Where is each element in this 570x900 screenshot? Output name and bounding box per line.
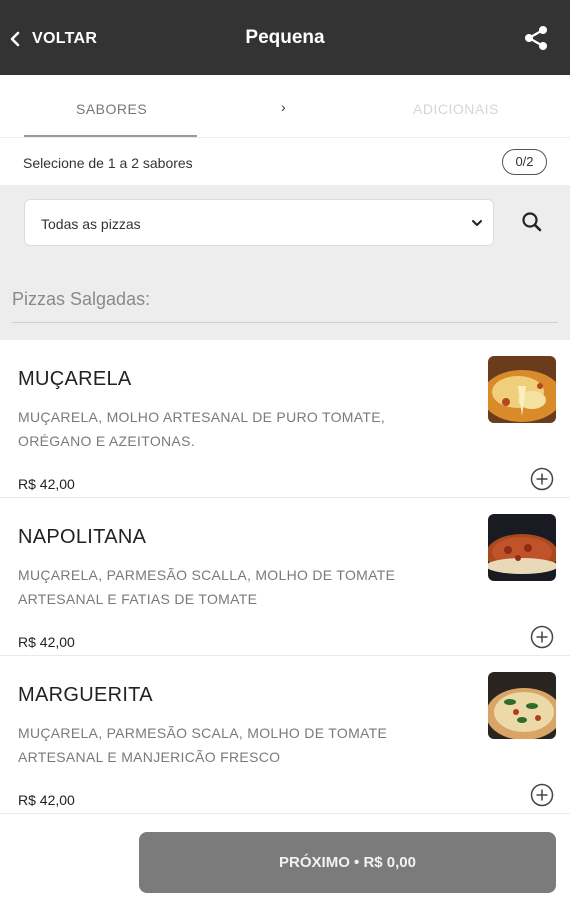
selection-hint: Selecione de 1 a 2 sabores xyxy=(23,155,193,171)
next-button[interactable]: PRÓXIMO • R$ 0,00 xyxy=(139,832,556,893)
share-icon[interactable] xyxy=(522,24,550,52)
item-description-line: ARTESANAL E MANJERICÃO FRESCO xyxy=(18,749,281,765)
step-tabs: SABORES › ADICIONAIS xyxy=(0,75,570,137)
item-price: R$ 42,00 xyxy=(18,476,75,492)
category-select[interactable]: Todas as pizzas xyxy=(24,199,494,246)
tab-adicionais[interactable]: ADICIONAIS xyxy=(413,101,499,117)
section-title: Pizzas Salgadas: xyxy=(12,289,151,309)
item-price: R$ 42,00 xyxy=(18,634,75,650)
tab-sabores[interactable]: SABORES xyxy=(76,101,147,117)
item-description-line: ORÉGANO E AZEITONAS. xyxy=(18,433,195,449)
add-circle-icon[interactable] xyxy=(530,467,554,491)
category-select-value: Todas as pizzas xyxy=(41,216,141,232)
selection-counter-badge: 0/2 xyxy=(502,149,547,175)
item-description-line: MUÇARELA, PARMESÃO SCALLA, MOLHO DE TOMA… xyxy=(18,567,396,583)
item-description-line: MUÇARELA, PARMESÃO SCALA, MOLHO DE TOMAT… xyxy=(18,725,388,741)
product-list: MUÇARELA MUÇARELA, MOLHO ARTESANAL DE PU… xyxy=(0,340,570,814)
item-photo xyxy=(488,356,556,423)
item-name: MUÇARELA xyxy=(18,368,132,390)
list-item[interactable]: MUÇARELA MUÇARELA, MOLHO ARTESANAL DE PU… xyxy=(0,340,570,498)
footer-bar: PRÓXIMO • R$ 0,00 xyxy=(0,818,570,900)
add-circle-icon[interactable] xyxy=(530,783,554,807)
item-name: NAPOLITANA xyxy=(18,526,147,548)
section-divider xyxy=(12,322,558,323)
filter-area: Todas as pizzas Pizzas Salgadas: xyxy=(0,185,570,340)
page-title: Pequena xyxy=(245,27,325,48)
item-price: R$ 42,00 xyxy=(18,792,75,808)
item-description-line: MUÇARELA, MOLHO ARTESANAL DE PURO TOMATE… xyxy=(18,409,386,425)
list-item[interactable]: NAPOLITANA MUÇARELA, PARMESÃO SCALLA, MO… xyxy=(0,498,570,656)
item-photo xyxy=(488,514,556,581)
search-icon[interactable] xyxy=(520,210,544,234)
top-bar: VOLTAR Pequena xyxy=(0,0,570,75)
list-item[interactable]: MARGUERITA MUÇARELA, PARMESÃO SCALA, MOL… xyxy=(0,656,570,814)
item-name: MARGUERITA xyxy=(18,684,153,706)
item-photo xyxy=(488,672,556,739)
add-circle-icon[interactable] xyxy=(530,625,554,649)
item-description: MUÇARELA, PARMESÃO SCALA, MOLHO DE TOMAT… xyxy=(18,721,448,769)
step-separator-icon: › xyxy=(281,99,287,115)
item-description-line: ARTESANAL E FATIAS DE TOMATE xyxy=(18,591,258,607)
selection-hint-row: Selecione de 1 a 2 sabores 0/2 xyxy=(0,137,570,185)
item-description: MUÇARELA, MOLHO ARTESANAL DE PURO TOMATE… xyxy=(18,405,448,453)
item-description: MUÇARELA, PARMESÃO SCALLA, MOLHO DE TOMA… xyxy=(18,563,448,611)
chevron-down-icon xyxy=(472,220,482,226)
